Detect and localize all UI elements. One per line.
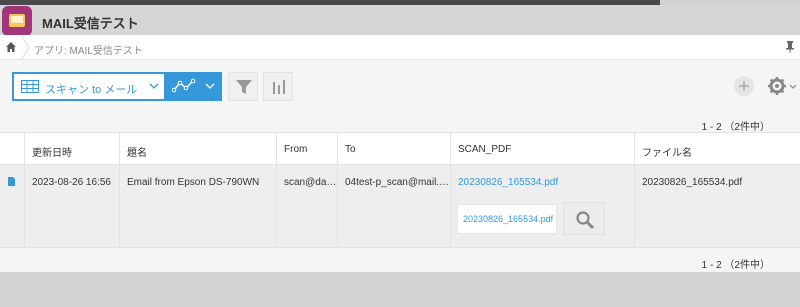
table-header-cell[interactable]: To: [337, 133, 450, 164]
table-cell: 20230826_165534.pdf: [634, 165, 800, 247]
app-header: MAIL受信テスト: [0, 5, 800, 36]
app-title: MAIL受信テスト: [42, 16, 139, 31]
scan-pdf-link[interactable]: 20230826_165534.pdf: [458, 177, 558, 188]
bar-chart-icon: [273, 80, 285, 94]
pagination-count: 1 - 2 （2件中）: [701, 122, 770, 133]
pin-icon[interactable]: [786, 41, 794, 53]
table-header-cell[interactable]: From: [276, 133, 337, 164]
mail-app-icon[interactable]: [2, 6, 32, 36]
view-select-label: スキャン to メール: [45, 84, 138, 96]
view-select[interactable]: スキャン to メール: [12, 72, 166, 101]
pagination-count-bottom: 1 - 2 （2件中）: [701, 260, 770, 271]
attachment-file-box[interactable]: 20230826_165534.pdf: [457, 204, 557, 234]
table-header-cell[interactable]: SCAN_PDF: [450, 133, 634, 164]
table-cell: scan@da…: [276, 165, 337, 247]
table-header-cell: [0, 133, 24, 164]
attachment-file-name: 20230826_165534.pdf: [463, 214, 554, 224]
main-content: スキャン to メール 1 - 2 （2件中） 更新日時 題名 From To …: [0, 60, 800, 272]
chevron-down-icon: [789, 84, 797, 89]
table-header-row: 更新日時 題名 From To SCAN_PDF ファイル名: [0, 132, 800, 165]
table-cell: [0, 165, 24, 247]
settings-button[interactable]: [767, 76, 797, 96]
table-header-cell[interactable]: ファイル名: [634, 133, 800, 164]
record-detail-icon[interactable]: [8, 177, 15, 186]
table-header-cell[interactable]: 題名: [119, 133, 276, 164]
graph-icon: [172, 78, 196, 93]
chart-button[interactable]: [263, 72, 293, 101]
page-footer-area: [0, 272, 800, 307]
envelope-icon: [9, 14, 25, 27]
table-cell: 04test-p_scan@mail.…: [337, 165, 450, 247]
plus-icon: [739, 81, 749, 91]
table-row: 2023-08-26 16:56 Email from Epson DS-790…: [0, 165, 800, 248]
table-view-icon: [21, 80, 39, 93]
table-header-cell[interactable]: 更新日時: [24, 133, 119, 164]
gear-icon: [768, 77, 786, 95]
breadcrumb: アプリ: MAIL受信テスト: [0, 35, 800, 60]
table-cell: 20230826_165534.pdf 20230826_165534.pdf: [450, 165, 634, 247]
breadcrumb-separator-icon: [20, 35, 30, 60]
home-icon[interactable]: [6, 42, 16, 52]
add-record-button[interactable]: [734, 76, 754, 96]
filter-icon: [236, 80, 252, 94]
preview-button[interactable]: [563, 202, 605, 235]
chevron-down-icon: [149, 83, 159, 89]
breadcrumb-app-link[interactable]: アプリ: MAIL受信テスト: [34, 42, 143, 57]
table-cell: Email from Epson DS-790WN: [119, 165, 276, 247]
magnifier-icon: [576, 211, 595, 230]
chevron-down-icon: [205, 83, 215, 89]
filter-button[interactable]: [228, 72, 258, 101]
table-cell: 2023-08-26 16:56: [24, 165, 119, 247]
graph-menu-button[interactable]: [166, 72, 222, 101]
